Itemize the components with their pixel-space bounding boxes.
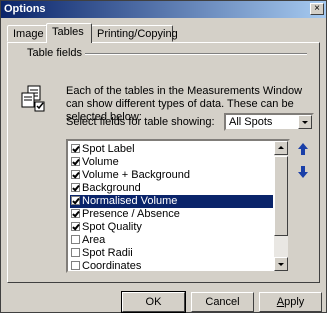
close-button[interactable]: ×	[310, 3, 324, 15]
field-checkbox[interactable]	[71, 183, 80, 192]
field-label: Spot Label	[82, 143, 135, 155]
dropdown-button[interactable]	[298, 115, 312, 129]
list-item[interactable]: Background	[70, 182, 273, 195]
field-checkbox[interactable]	[71, 157, 80, 166]
field-checkbox[interactable]	[71, 144, 80, 153]
field-checkbox[interactable]	[71, 248, 80, 257]
field-checkbox[interactable]	[71, 196, 80, 205]
apply-mnemonic: A	[276, 296, 285, 308]
scrollbar-thumb[interactable]	[274, 156, 288, 236]
field-checkbox[interactable]	[71, 209, 80, 218]
apply-button[interactable]: Apply	[259, 292, 322, 312]
field-checkbox[interactable]	[71, 170, 80, 179]
options-dialog: Options × Image Tables Printing/Copying …	[0, 0, 327, 313]
field-label: Volume + Background	[82, 169, 190, 181]
field-label: Spot Radii	[82, 247, 133, 259]
list-item[interactable]: Spot Quality	[70, 221, 273, 234]
field-label: Presence / Absence	[82, 208, 180, 220]
scroll-up-button[interactable]	[274, 141, 288, 155]
apply-label-rest: pply	[284, 296, 305, 308]
chevron-up-icon	[278, 146, 284, 149]
list-item[interactable]: Volume	[70, 156, 273, 169]
field-checkbox[interactable]	[71, 235, 80, 244]
list-item[interactable]: Spot Label	[70, 143, 273, 156]
tab-printing-copying[interactable]: Printing/Copying	[91, 25, 178, 42]
move-up-arrow-icon[interactable]	[297, 142, 309, 156]
group-divider	[71, 53, 307, 55]
list-item[interactable]: Presence / Absence	[70, 208, 273, 221]
scroll-down-button[interactable]	[274, 257, 288, 271]
cancel-button[interactable]: Cancel	[191, 292, 254, 312]
tab-tables[interactable]: Tables	[46, 23, 92, 43]
fields-listbox[interactable]: Spot Label Volume Volume + Background Ba…	[66, 139, 290, 273]
field-checkbox[interactable]	[71, 261, 80, 270]
chevron-down-icon	[302, 121, 308, 124]
chevron-down-icon	[278, 263, 284, 266]
move-down-arrow-icon[interactable]	[297, 165, 309, 179]
select-fields-label: Select fields for table showing:	[66, 116, 215, 128]
table-select-dropdown[interactable]: All Spots	[224, 113, 314, 131]
list-item[interactable]: Volume + Background	[70, 169, 273, 182]
list-item[interactable]: Coordinates	[70, 260, 273, 272]
field-label: Coordinates	[82, 260, 142, 272]
list-item[interactable]: Spot Radii	[70, 247, 273, 260]
field-label: Volume	[82, 156, 119, 168]
field-label: Background	[82, 182, 141, 194]
table-fields-icon	[21, 85, 45, 112]
list-item[interactable]: Area	[70, 234, 273, 247]
window-title: Options	[4, 3, 46, 15]
field-label: Normalised Volume	[82, 195, 178, 207]
field-checkbox[interactable]	[71, 222, 80, 231]
list-item-selected[interactable]: Normalised Volume	[70, 195, 273, 208]
field-label: Area	[82, 234, 106, 246]
tab-image[interactable]: Image	[7, 25, 47, 42]
listbox-scrollbar[interactable]	[274, 141, 288, 271]
table-select-value: All Spots	[229, 116, 273, 128]
tables-panel: Table fields Each of the tables in the M…	[7, 42, 320, 283]
table-fields-label: Table fields	[24, 47, 86, 59]
field-label: Spot Quality	[82, 221, 142, 233]
ok-button[interactable]: OK	[121, 291, 186, 313]
title-bar[interactable]: Options ×	[1, 1, 326, 18]
